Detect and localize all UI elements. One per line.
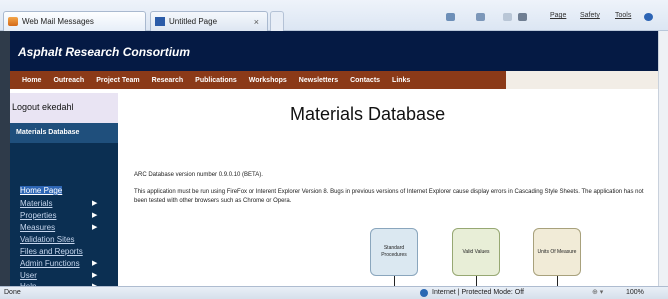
site-banner: Asphalt Research Consortium <box>10 31 658 71</box>
sidebar-item-materials[interactable]: Materials <box>20 199 52 208</box>
sidebar: Logout ekedahl Materials Database Home P… <box>10 93 118 291</box>
home-icon[interactable] <box>446 13 455 21</box>
sidebar-item-user[interactable]: User <box>20 271 37 280</box>
nav-newsletters[interactable]: Newsletters <box>299 77 338 84</box>
connector-line <box>476 276 477 286</box>
left-edge <box>0 31 10 286</box>
site-title: Asphalt Research Consortium <box>18 45 191 59</box>
tab-untitled-page[interactable]: Untitled Page × <box>150 11 268 31</box>
connector-line <box>394 276 395 286</box>
sidebar-heading: Materials Database <box>10 123 118 143</box>
submenu-arrow-icon: ▶ <box>92 200 98 207</box>
browser-notice: This application must be run using FireF… <box>134 189 644 204</box>
sidebar-item-validation-sites[interactable]: Validation Sites <box>20 235 75 244</box>
sidebar-item-properties[interactable]: Properties <box>20 211 56 220</box>
nav-publications[interactable]: Publications <box>195 77 237 84</box>
sidebar-item-files-and-reports[interactable]: Files and Reports <box>20 247 83 256</box>
tab-web-mail-messages[interactable]: Web Mail Messages <box>3 11 146 31</box>
status-text: Done <box>4 289 21 296</box>
submenu-arrow-icon: ▶ <box>92 260 98 267</box>
safety-menu[interactable]: Safety <box>580 12 600 19</box>
main-nav: Home Outreach Project Team Research Publ… <box>10 71 506 89</box>
page-icon <box>155 17 165 26</box>
units-of-measure-box[interactable]: Units Of Measure <box>533 228 581 276</box>
page-menu[interactable]: Page <box>550 12 566 19</box>
vertical-scrollbar[interactable] <box>658 31 668 286</box>
nav-links[interactable]: Links <box>392 77 410 84</box>
version-text: ARC Database version number 0.9.0.10 (BE… <box>134 172 263 178</box>
valid-values-box[interactable]: Valid Values <box>452 228 500 276</box>
submenu-arrow-icon: ▶ <box>92 272 98 279</box>
logout-link[interactable]: Logout ekedahl <box>10 93 118 123</box>
sidebar-item-measures[interactable]: Measures <box>20 223 55 232</box>
submenu-arrow-icon: ▶ <box>92 212 98 219</box>
sidebar-item-home-page[interactable]: Home Page <box>20 186 63 195</box>
tools-menu[interactable]: Tools <box>615 12 631 19</box>
nav-research[interactable]: Research <box>152 77 184 84</box>
close-tab-icon[interactable]: × <box>254 17 259 27</box>
feeds-icon[interactable] <box>476 13 485 21</box>
print-icon[interactable] <box>518 13 527 21</box>
zoom-level[interactable]: 100% <box>626 289 644 296</box>
sidebar-item-admin-functions[interactable]: Admin Functions <box>20 259 80 268</box>
web-page: Asphalt Research Consortium Home Outreac… <box>10 31 665 291</box>
submenu-arrow-icon: ▶ <box>92 224 98 231</box>
status-bar: Done Internet | Protected Mode: Off ⊕ ▾ … <box>0 286 668 299</box>
nav-contacts[interactable]: Contacts <box>350 77 380 84</box>
zoom-icon[interactable]: ⊕ ▾ <box>592 288 603 296</box>
tab-label: Untitled Page <box>169 17 218 26</box>
nav-filler <box>506 71 658 89</box>
standard-procedures-box[interactable]: Standard Procedures <box>370 228 418 276</box>
help-icon[interactable] <box>644 13 653 21</box>
nav-project-team[interactable]: Project Team <box>96 77 139 84</box>
page-title: Materials Database <box>290 104 446 124</box>
security-zone[interactable]: Internet | Protected Mode: Off <box>432 289 524 296</box>
browser-toolbar: Web Mail Messages Untitled Page × Page S… <box>0 0 668 31</box>
nav-outreach[interactable]: Outreach <box>53 77 84 84</box>
tab-label: Web Mail Messages <box>22 17 94 26</box>
ie-page-icon <box>8 17 18 26</box>
mail-icon[interactable] <box>503 13 512 21</box>
connector-line <box>557 276 558 286</box>
nav-workshops[interactable]: Workshops <box>249 77 287 84</box>
globe-icon <box>420 289 428 297</box>
new-tab-button[interactable] <box>270 11 284 31</box>
nav-home[interactable]: Home <box>22 77 41 84</box>
